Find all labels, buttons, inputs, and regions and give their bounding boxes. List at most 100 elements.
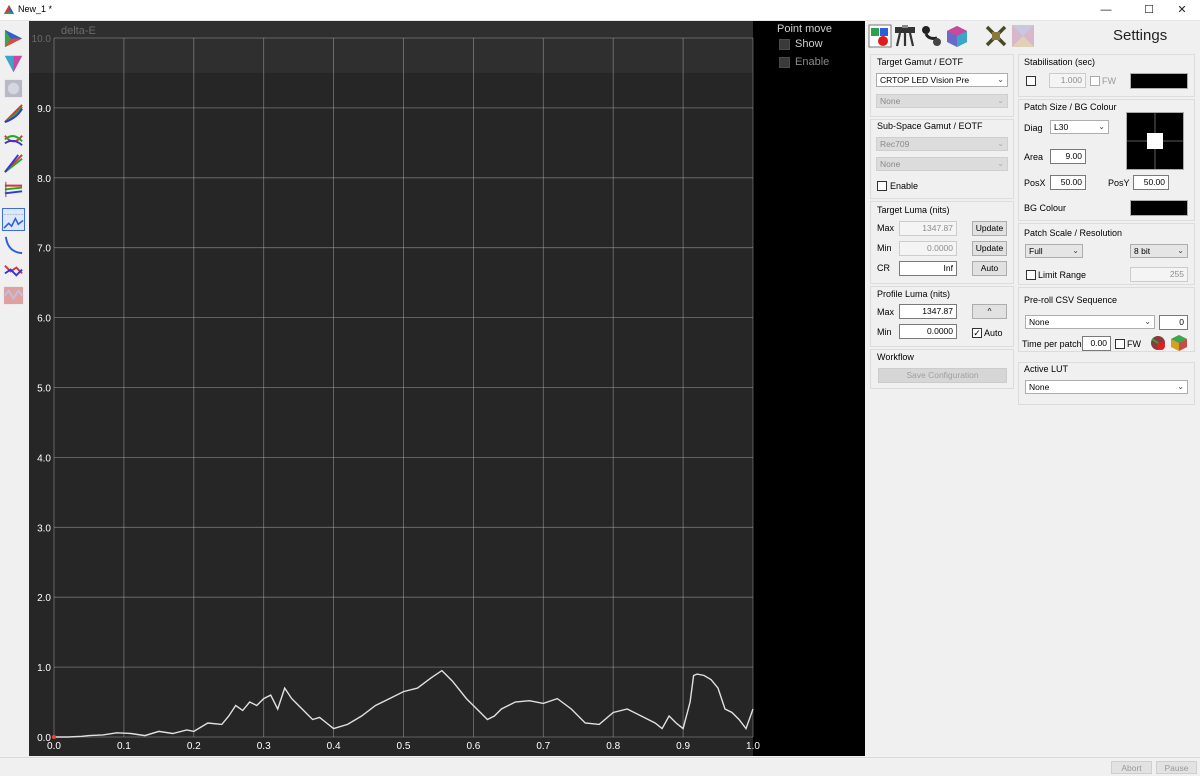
lut-cube-icon[interactable] <box>1011 24 1035 48</box>
colour-checker-icon[interactable] <box>2 284 25 307</box>
point-move-title: Point move <box>777 23 833 35</box>
rgb-separation-icon[interactable] <box>2 127 25 150</box>
window-title: New_1 * <box>18 4 53 14</box>
target-gamut-select[interactable]: CRTOP LED Vision Pre ⌄ <box>876 73 1008 87</box>
luma-curve-icon[interactable] <box>2 234 25 257</box>
active-lut-select[interactable]: None ⌄ <box>1025 380 1188 394</box>
show-label: Show <box>795 38 823 50</box>
patch-scale-select[interactable]: Full ⌄ <box>1025 244 1083 258</box>
plot-background <box>29 21 753 756</box>
sub-space-title: Sub-Space Gamut / EOTF <box>877 121 983 131</box>
preroll-sequence-value: None <box>1029 317 1050 327</box>
target-max-input[interactable]: 1347.87 <box>899 221 957 236</box>
preroll-fw-label: FW <box>1127 339 1141 349</box>
x-tick-label: 0.8 <box>606 741 620 752</box>
time-per-patch-input[interactable]: 0.00 <box>1082 336 1111 351</box>
y-tick-label: 2.0 <box>37 593 51 604</box>
show-checkbox[interactable] <box>779 39 790 50</box>
x-tick-label: 0.2 <box>187 741 201 752</box>
limit-range-label: Limit Range <box>1038 270 1087 280</box>
close-button[interactable]: ✕ <box>1163 0 1200 20</box>
target-eotf-select[interactable]: None ⌄ <box>876 94 1008 108</box>
stabilisation-title: Stabilisation (sec) <box>1024 57 1096 67</box>
x-tick-label: 0.1 <box>117 741 131 752</box>
sub-space-gamut-select[interactable]: Rec709 ⌄ <box>876 137 1008 151</box>
limit-range-checkbox[interactable] <box>1026 270 1036 280</box>
profile-cube-icon[interactable] <box>945 24 969 48</box>
area-input[interactable]: 9.00 <box>1050 149 1086 164</box>
patch-scale-value: Full <box>1029 246 1043 256</box>
y-tick-label: 1.0 <box>37 663 51 674</box>
pause-button[interactable]: Pause <box>1156 761 1197 774</box>
diag-label: Diag <box>1024 123 1043 133</box>
stabilisation-checkbox[interactable] <box>1026 76 1036 86</box>
bg-colour-label: BG Colour <box>1024 203 1067 213</box>
posx-input[interactable]: 50.00 <box>1050 175 1086 190</box>
preroll-count-input[interactable]: 0 <box>1159 315 1188 330</box>
bit-depth-select[interactable]: 8 bit ⌄ <box>1130 244 1188 258</box>
delta-e-graph-icon[interactable] <box>2 208 25 231</box>
posy-input[interactable]: 50.00 <box>1133 175 1169 190</box>
disconnect-icon[interactable] <box>984 24 1008 48</box>
y-tick-label: 7.0 <box>37 244 51 255</box>
run-sequence-icon[interactable] <box>1149 334 1167 352</box>
preroll-title: Pre-roll CSV Sequence <box>1024 295 1118 305</box>
bg-colour-swatch[interactable] <box>1130 200 1188 216</box>
patch-size-title: Patch Size / BG Colour <box>1024 102 1117 112</box>
chevron-down-icon: ⌄ <box>997 75 1004 84</box>
time-per-patch-label: Time per patch <box>1022 339 1082 349</box>
enable-point-move-checkbox[interactable] <box>779 57 790 68</box>
save-configuration-button[interactable]: Save Configuration <box>878 368 1007 383</box>
profile-max-input[interactable]: 1347.87 <box>899 304 957 319</box>
sub-space-eotf-select[interactable]: None ⌄ <box>876 157 1008 171</box>
enable-point-move-label: Enable <box>795 56 830 68</box>
preroll-sequence-select[interactable]: None ⌄ <box>1025 315 1155 329</box>
delta-e-chart: 0.0 0.1 0.2 0.3 0.4 0.5 0.6 0.7 0.8 0.9 1.00.01.02… <box>29 21 760 756</box>
probe-sensor-icon[interactable] <box>919 24 943 48</box>
rgb-error-icon[interactable] <box>2 259 25 282</box>
target-min-update-button[interactable]: Update <box>972 241 1007 256</box>
target-max-update-button[interactable]: Update <box>972 221 1007 236</box>
gamut-triangle-icon[interactable] <box>2 27 25 50</box>
target-gamut-value: CRTOP LED Vision Pre <box>880 75 970 85</box>
measure-patch-icon[interactable] <box>868 24 892 48</box>
chevron-down-icon: ⌄ <box>997 96 1004 105</box>
cr-label: CR <box>877 263 890 273</box>
target-min-input[interactable]: 0.0000 <box>899 241 957 256</box>
profile-max-up-button[interactable]: ^ <box>972 304 1007 319</box>
x-tick-label: 0.9 <box>676 741 690 752</box>
view-toolbar <box>0 22 28 762</box>
profile-min-input[interactable]: 0.0000 <box>899 324 957 339</box>
rgb-balance-icon[interactable] <box>2 177 25 200</box>
first-point-marker <box>52 735 56 739</box>
stabilisation-colour-swatch[interactable] <box>1130 73 1188 89</box>
delta-e-graph[interactable]: 0.0 0.1 0.2 0.3 0.4 0.5 0.6 0.7 0.8 0.9 1.0 0.0 1.0 2… <box>29 21 865 756</box>
sub-space-enable-checkbox[interactable] <box>877 181 887 191</box>
rgb-curves-icon[interactable] <box>2 102 25 125</box>
limit-range-input[interactable]: 255 <box>1130 267 1188 282</box>
settings-title: Settings <box>1113 27 1168 44</box>
minimize-button[interactable]: — <box>1087 0 1125 20</box>
chevron-down-icon: ⌄ <box>997 139 1004 148</box>
preroll-fw-checkbox[interactable] <box>1115 339 1125 349</box>
abort-button[interactable]: Abort <box>1111 761 1152 774</box>
profile-auto-checkbox[interactable]: ✓ <box>972 328 982 338</box>
stabilisation-input[interactable]: 1.000 <box>1049 73 1086 88</box>
sequence-cube-icon[interactable] <box>1170 334 1188 352</box>
cr-auto-button[interactable]: Auto <box>972 261 1007 276</box>
gamut-3d-icon[interactable] <box>2 52 25 75</box>
patch-preview-graphic <box>1127 113 1183 169</box>
diag-select[interactable]: L30 ⌄ <box>1050 120 1109 134</box>
cr-input[interactable]: Inf <box>899 261 957 276</box>
window-title-bar: New_1 * — ☐ ✕ <box>0 0 1200 21</box>
profile-luma-title: Profile Luma (nits) <box>877 289 951 299</box>
meter-icon[interactable] <box>893 24 917 48</box>
stabilisation-fw-checkbox[interactable] <box>1090 76 1100 86</box>
x-tick-label: 1.0 <box>746 741 760 752</box>
target-gamut-title: Target Gamut / EOTF <box>877 57 964 67</box>
x-tick-label: 0.7 <box>536 741 550 752</box>
rgb-gamma-icon[interactable] <box>2 152 25 175</box>
sub-space-gamut-value: Rec709 <box>880 139 910 149</box>
grey-patch-icon[interactable] <box>2 77 25 100</box>
y-tick-label: 8.0 <box>37 174 51 185</box>
